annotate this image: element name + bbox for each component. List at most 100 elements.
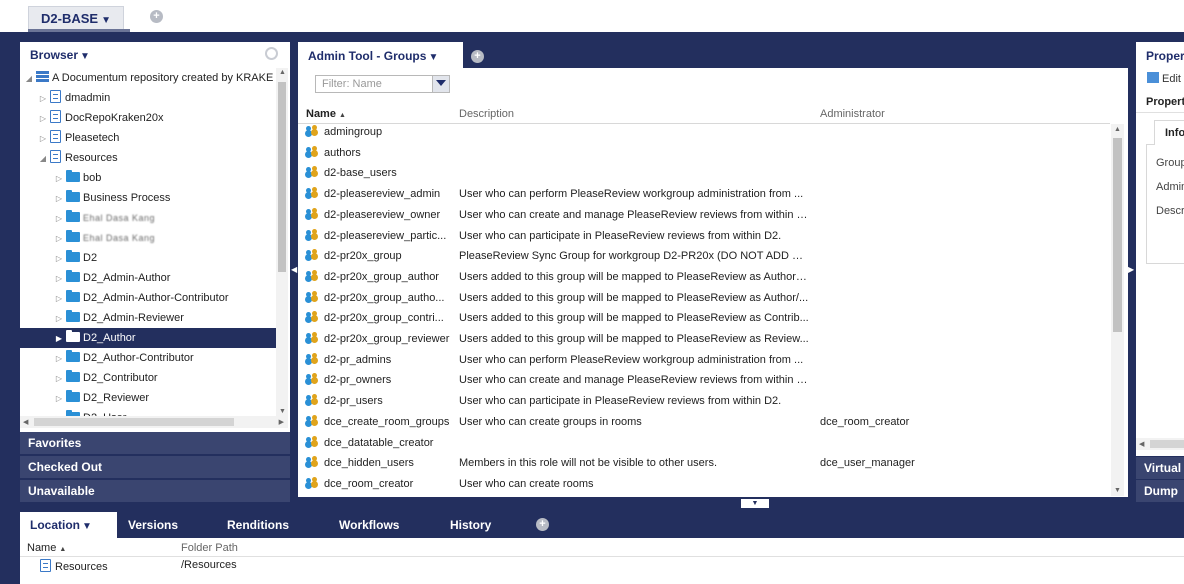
column-header-description[interactable]: Description <box>459 108 514 120</box>
browser-horizontal-scrollbar[interactable]: ◀ ▶ <box>20 416 288 428</box>
expand-toggle-icon[interactable]: ▶ <box>54 329 64 349</box>
location-name-cell[interactable]: Resources <box>38 559 108 573</box>
table-row[interactable]: d2-pr20x_group_author Users added to this… <box>298 267 1110 288</box>
table-row[interactable]: d2-pr20x_group_reviewer Users added to th… <box>298 329 1110 350</box>
filter-input[interactable] <box>316 76 430 92</box>
table-row[interactable]: d2-base_users <box>298 163 1110 184</box>
table-row[interactable]: d2-pr_users User who can participate in P… <box>298 391 1110 412</box>
tree-item[interactable]: ▷ D2_Contributor <box>20 368 276 388</box>
expand-toggle-icon[interactable]: ▷ <box>54 309 64 329</box>
tab-history[interactable]: History <box>450 512 491 538</box>
accordion-virtual[interactable]: Virtual <box>1136 457 1184 479</box>
expand-toggle-icon[interactable]: ▷ <box>38 109 48 129</box>
scroll-left-icon[interactable]: ◀ <box>23 418 28 426</box>
tree-item[interactable]: ▷ D2_Author-Contributor <box>20 348 276 368</box>
expand-toggle-icon[interactable]: ▷ <box>54 369 64 389</box>
scroll-down-icon[interactable]: ▼ <box>279 408 286 415</box>
expand-toggle-icon[interactable]: ▷ <box>54 389 64 409</box>
expand-toggle-icon[interactable]: ▷ <box>54 349 64 369</box>
table-row[interactable]: dce_datatable_creator <box>298 433 1110 454</box>
add-widget-icon[interactable]: + <box>536 518 549 531</box>
scroll-down-icon[interactable]: ▼ <box>1114 487 1121 494</box>
tree-item[interactable]: ▷ Ehal Dasa Kang <box>20 208 276 228</box>
scroll-up-icon[interactable]: ▲ <box>279 69 286 76</box>
chevron-down-icon[interactable]: ▼ <box>101 15 111 26</box>
expanded-toggle-icon[interactable]: ◢ <box>38 149 48 169</box>
edit-button[interactable]: Edit <box>1147 72 1181 85</box>
table-row[interactable]: d2-pr20x_group_autho... Users added to th… <box>298 288 1110 309</box>
tab-workflows[interactable]: Workflows <box>339 512 399 538</box>
accordion-favorites[interactable]: Favorites <box>20 432 290 454</box>
accordion-dump[interactable]: Dump <box>1136 480 1184 502</box>
tree-item[interactable]: ▷ D2_Admin-Author-Contributor <box>20 288 276 308</box>
expand-toggle-icon[interactable]: ▷ <box>38 89 48 109</box>
filter-icon[interactable] <box>432 76 449 92</box>
expand-toggle-icon[interactable]: ▷ <box>54 269 64 289</box>
tree-item[interactable]: ▷ DocRepoKraken20x <box>20 108 276 128</box>
scroll-thumb[interactable] <box>1113 138 1122 332</box>
column-header-name[interactable]: Name ▲ <box>27 542 66 554</box>
refresh-icon[interactable] <box>265 47 278 60</box>
add-workspace-icon[interactable]: + <box>150 10 163 23</box>
tree-item[interactable]: ▷ D2_Admin-Author <box>20 268 276 288</box>
tab-versions[interactable]: Versions <box>128 512 178 538</box>
expand-toggle-icon[interactable]: ▷ <box>54 189 64 209</box>
scroll-thumb[interactable] <box>1150 440 1184 448</box>
table-row[interactable]: authors <box>298 143 1110 164</box>
tree-item[interactable]: ▷ Ehal Dasa Kang <box>20 228 276 248</box>
tree-item[interactable]: ▷ D2 <box>20 248 276 268</box>
table-row[interactable]: d2-pr20x_group_contri... Users added to t… <box>298 308 1110 329</box>
scroll-thumb[interactable] <box>278 82 286 272</box>
tab-location[interactable]: Location ▼ <box>20 512 117 538</box>
tree-item[interactable]: ▶ D2_Author <box>20 328 276 348</box>
tree-item[interactable]: ▷ bob <box>20 168 276 188</box>
chevron-down-icon[interactable]: ▼ <box>80 51 90 62</box>
table-row[interactable]: dce_create_room_groups User who can creat… <box>298 412 1110 433</box>
expand-toggle-icon[interactable]: ▷ <box>54 209 64 229</box>
table-row[interactable]: dce_hidden_users Members in this role wil… <box>298 453 1110 474</box>
tab-admin-tool-groups[interactable]: Admin Tool - Groups ▼ <box>298 42 463 68</box>
column-header-administrator[interactable]: Administrator <box>820 108 885 120</box>
table-row[interactable]: d2-pr20x_group PleaseReview Sync Group fo… <box>298 246 1110 267</box>
browser-vertical-scrollbar[interactable]: ▲ ▼ <box>276 68 288 416</box>
expand-toggle-icon[interactable]: ▷ <box>54 289 64 309</box>
column-header-name[interactable]: Name ▲ <box>306 108 346 120</box>
scroll-right-icon[interactable]: ▶ <box>279 418 284 426</box>
table-row[interactable]: d2-pleasereview_owner User who can create… <box>298 205 1110 226</box>
properties-horizontal-scrollbar[interactable]: ◀ <box>1136 438 1184 450</box>
browser-title[interactable]: Browser ▼ <box>30 48 90 62</box>
table-row[interactable]: d2-pr_owners User who can create and mana… <box>298 370 1110 391</box>
expand-toggle-icon[interactable]: ▷ <box>54 169 64 189</box>
table-row[interactable]: d2-pr_admins User who can perform PleaseR… <box>298 350 1110 371</box>
scroll-up-icon[interactable]: ▲ <box>1114 126 1121 133</box>
tree-item[interactable]: ◢ A Documentum repository created by KRAK… <box>20 68 276 88</box>
collapse-bottom-icon[interactable]: ▼ <box>741 499 769 508</box>
tree-item[interactable]: ▷ D2_Reviewer <box>20 388 276 408</box>
accordion-unavailable[interactable]: Unavailable <box>20 480 290 502</box>
tree-item[interactable]: ▷ D2_Admin-Reviewer <box>20 308 276 328</box>
table-row[interactable]: admingroup <box>298 122 1110 143</box>
collapse-right-icon[interactable]: ▶ <box>1128 262 1134 278</box>
tree-item[interactable]: ▷ Pleasetech <box>20 128 276 148</box>
table-row[interactable]: d2-pleasereview_partic... User who can pa… <box>298 226 1110 247</box>
tree-item[interactable]: ▷ Business Process <box>20 188 276 208</box>
chevron-down-icon[interactable]: ▼ <box>82 521 92 532</box>
tree-item[interactable]: ▷ dmadmin <box>20 88 276 108</box>
scroll-thumb[interactable] <box>34 418 234 426</box>
expand-toggle-icon[interactable]: ▷ <box>54 229 64 249</box>
groups-vertical-scrollbar[interactable]: ▲ ▼ <box>1111 124 1124 496</box>
tab-info[interactable]: Info <box>1154 120 1184 145</box>
expanded-toggle-icon[interactable]: ◢ <box>24 69 34 89</box>
tab-renditions[interactable]: Renditions <box>227 512 289 538</box>
expand-toggle-icon[interactable]: ▷ <box>38 129 48 149</box>
chevron-down-icon[interactable]: ▼ <box>428 52 438 63</box>
tab-properties[interactable]: Properties <box>1136 42 1184 68</box>
table-row[interactable]: d2-pleasereview_admin User who can perfor… <box>298 184 1110 205</box>
expand-toggle-icon[interactable]: ▷ <box>54 409 64 416</box>
column-header-folder-path[interactable]: Folder Path <box>181 542 238 554</box>
tree-item[interactable]: ▷D2_User <box>20 408 276 416</box>
table-row[interactable]: dce_room_creator User who can create room… <box>298 474 1110 495</box>
tree-item[interactable]: ◢ Resources <box>20 148 276 168</box>
accordion-checked-out[interactable]: Checked Out <box>20 456 290 478</box>
add-widget-icon[interactable]: + <box>471 50 484 63</box>
